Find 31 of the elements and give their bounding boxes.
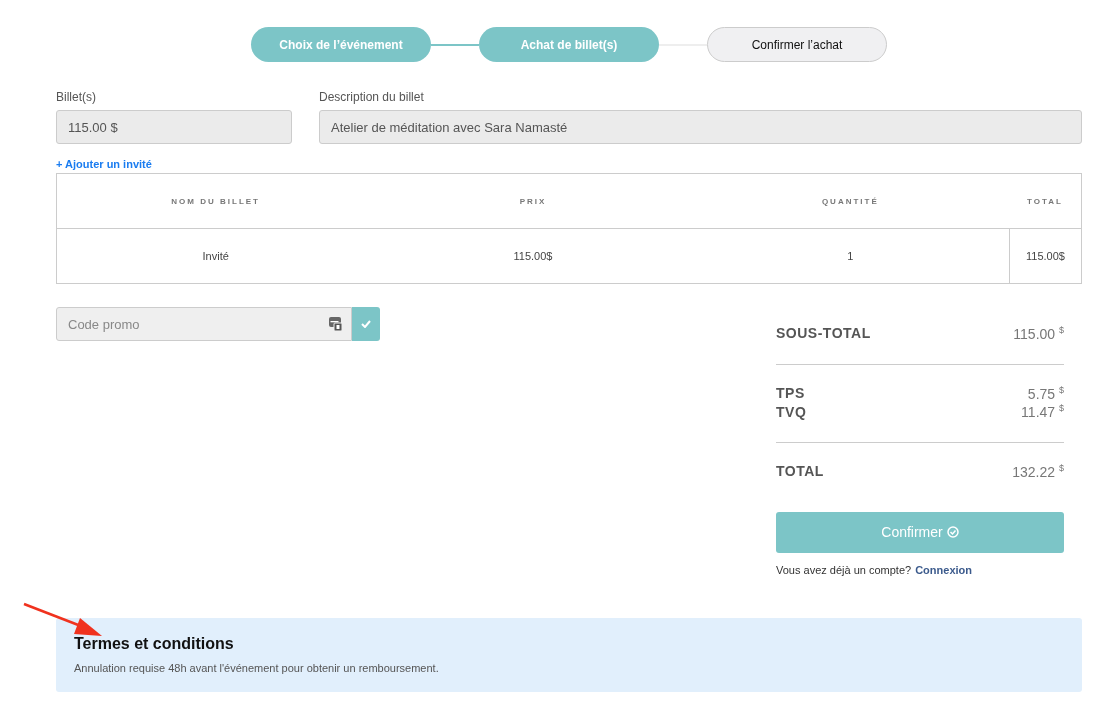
table-cell-text: 1	[846, 249, 855, 264]
summary-amount: 115.00 $^{$}$	[1013, 325, 1064, 342]
input-field[interactable]: Atelier de méditation avec Sara Namasté	[319, 110, 1082, 144]
login-link[interactable]: Connexion	[915, 563, 972, 576]
check-circle-icon	[946, 526, 959, 539]
summary-label: TOTAL	[776, 463, 824, 480]
column-header: TOTAL	[1009, 174, 1081, 229]
column-header: QUANTITÉ	[691, 174, 1009, 229]
summary-label: TVQ	[776, 403, 807, 420]
terms-title: Termes et conditions	[74, 634, 235, 653]
field-label: Billet(s)	[56, 90, 97, 104]
input-field[interactable]: 115.00 $	[56, 110, 292, 144]
summary-label: SOUS-TOTAL	[776, 325, 871, 342]
summary-amount: 132.22 $^{$}$	[1012, 462, 1064, 480]
add-guest-link[interactable]: + Ajouter un invité	[56, 158, 152, 170]
table-cell: 115.00$	[1009, 229, 1081, 283]
summary-label: TPS	[776, 385, 805, 401]
summary-amount: 11.47 $^{$}$	[1021, 403, 1064, 420]
column-header: NOM DU BILLET	[57, 174, 375, 229]
column-header: PRIX	[374, 174, 692, 229]
table-cell-text: Invité	[201, 249, 230, 264]
keypad-icon	[329, 317, 342, 331]
promo-code-field[interactable]: Code promo	[56, 307, 352, 341]
account-prompt: Vous avez déjà un compte?	[776, 563, 912, 576]
step-pill[interactable]: Confirmer l’achat	[707, 27, 887, 62]
terms-text: Annulation requise 48h avant l'événement pour obtenir un remboursement.	[74, 661, 440, 674]
field-label: Description du billet	[319, 90, 425, 104]
table-cell-text: 115.00$	[512, 249, 554, 264]
check-icon	[361, 320, 371, 328]
summary-amount: 5.75 $^{$}$	[1027, 384, 1064, 402]
apply-promo-button[interactable]	[352, 307, 380, 341]
